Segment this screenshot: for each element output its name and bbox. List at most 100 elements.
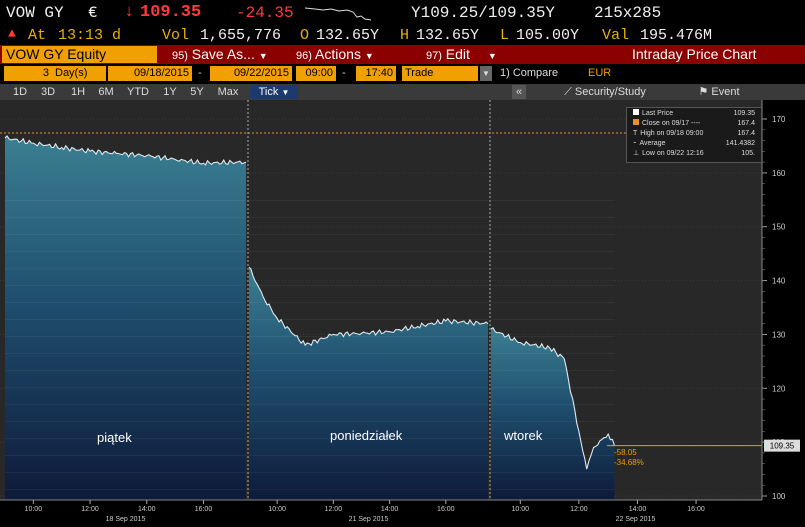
x-date-label: 18 Sep 2015 (106, 516, 146, 523)
area-band (491, 302, 615, 303)
low-price: 105.00Y (516, 27, 580, 44)
area-band (5, 404, 246, 405)
y-tick-label: 100 (772, 492, 786, 501)
x-tick-label: 10:00 (268, 506, 286, 513)
start-date-field[interactable]: 09/18/2015 (108, 66, 192, 81)
period-1d-button[interactable]: 1D (10, 85, 30, 99)
area-band (5, 353, 246, 354)
tick-select[interactable]: Tick ▼ (250, 85, 298, 99)
open-price: 132.65Y (316, 27, 380, 44)
area-band (5, 200, 246, 201)
edit-button[interactable]: 97) Edit ▼ (426, 45, 497, 64)
collapse-button[interactable]: « (512, 85, 526, 99)
y-tick-label: 130 (772, 330, 786, 339)
period-ytd-button[interactable]: YTD (124, 85, 152, 99)
security-field[interactable]: VOW GY Equity (2, 46, 157, 63)
legend-row-low: ⊥ Low on 09/22 12:16 105. (633, 150, 755, 157)
x-date-label: 21 Sep 2015 (349, 516, 389, 523)
event-button[interactable]: ⚑ Event (684, 85, 754, 99)
legend-row-last: Last Price 109.35 (633, 109, 759, 118)
down-triangle-icon: ▲ (8, 26, 16, 41)
area-band (5, 268, 246, 269)
area-band (491, 285, 615, 286)
change-pct-label: -34.68% (614, 458, 644, 467)
bid-ask: Y109.25/109.35Y (411, 4, 556, 22)
area-band (5, 319, 246, 320)
period-bar: 1D 3D 1H 6M YTD 1Y 5Y Max Tick ▼ « ⟋ Sec… (0, 84, 805, 100)
area-band (249, 472, 488, 473)
area-band (5, 387, 246, 388)
dropdown-arrow-icon: ▼ (364, 51, 374, 61)
area-band (491, 234, 615, 235)
end-time-field[interactable]: 17:40 (356, 66, 396, 81)
end-date-field[interactable]: 09/22/2015 (210, 66, 292, 81)
y-tick-label: 150 (772, 223, 786, 232)
volume: 1,655,776 (200, 27, 282, 44)
area-band (249, 285, 488, 286)
period-5y-button[interactable]: 5Y (187, 85, 207, 99)
area-band (249, 404, 488, 405)
save-as-button[interactable]: 95) Save As... ▼ (172, 45, 268, 64)
field-select[interactable]: Trade (402, 66, 478, 81)
area-band (249, 421, 488, 422)
legend-swatch (633, 119, 639, 125)
last-price-tag: 109.35 (764, 439, 800, 452)
area-band (249, 489, 488, 490)
period-3d-button[interactable]: 3D (38, 85, 58, 99)
last-price-tag-label: 109.35 (770, 442, 795, 451)
x-tick-label: 14:00 (381, 506, 399, 513)
chart-legend[interactable]: Last Price 109.35 Close on 09/17 ---- 167.… (626, 107, 762, 163)
area-band (491, 336, 615, 337)
period-max-button[interactable]: Max (214, 85, 242, 99)
area-band (249, 217, 488, 218)
actions-button[interactable]: 96) Actions ▼ (296, 45, 374, 64)
low-label: L (500, 27, 510, 44)
chart-line-icon: ⟋ (564, 86, 572, 98)
area-band (491, 404, 615, 405)
area-band (5, 421, 246, 422)
area-band (5, 302, 246, 303)
x-tick-label: 12:00 (81, 506, 99, 513)
currency-symbol: € (88, 4, 98, 22)
compare-button[interactable]: 1) Compare (500, 66, 558, 81)
area-band (249, 319, 488, 320)
y-tick-label: 160 (772, 169, 786, 178)
price-chart[interactable]: 170160150140130120110100 10:0012:0014:00… (0, 100, 805, 527)
dropdown-arrow-icon: ▼ (258, 51, 268, 61)
area-band (491, 268, 615, 269)
area-band (249, 455, 488, 456)
day-label-monday: poniedziałek (330, 428, 403, 443)
security-study-button[interactable]: ⟋ Security/Study (546, 85, 664, 99)
x-tick-label: 16:00 (195, 506, 213, 513)
area-band (5, 455, 246, 456)
period-1h-button[interactable]: 1H (68, 85, 88, 99)
flag-icon: ⚑ (698, 86, 709, 98)
price-area-session (5, 136, 246, 500)
area-band (5, 336, 246, 337)
area-band (5, 251, 246, 252)
currency-field[interactable]: EUR (588, 66, 611, 81)
trade-time: 13:13 d (58, 27, 122, 44)
days-unit-select[interactable]: Day(s) (52, 66, 106, 81)
bid-ask-size: 215x285 (594, 4, 662, 22)
days-count-field[interactable]: 3 (4, 66, 52, 81)
area-band (249, 353, 488, 354)
at-label: At (28, 27, 47, 44)
period-1y-button[interactable]: 1Y (160, 85, 180, 99)
high-label: H (400, 27, 410, 44)
start-time-field[interactable]: 09:00 (296, 66, 336, 81)
x-axis: 10:00 12:00 14:00 16:00 18 Sep 2015 10:00 12:0… (0, 499, 762, 527)
legend-swatch (633, 109, 639, 115)
field-dropdown-icon[interactable]: ▼ (480, 66, 492, 81)
traded-value: 195.476M (640, 27, 713, 44)
legend-row-close: Close on 09/17 ---- 167.4 (633, 119, 759, 128)
day-label-tuesday: wtorek (503, 428, 543, 443)
x-tick-label: 14:00 (629, 506, 647, 513)
area-band (249, 370, 488, 371)
area-band (5, 217, 246, 218)
vol-label: Vol (162, 27, 190, 44)
area-band (5, 370, 246, 371)
area-band (249, 336, 488, 337)
area-band (249, 302, 488, 303)
period-6m-button[interactable]: 6M (96, 85, 116, 99)
